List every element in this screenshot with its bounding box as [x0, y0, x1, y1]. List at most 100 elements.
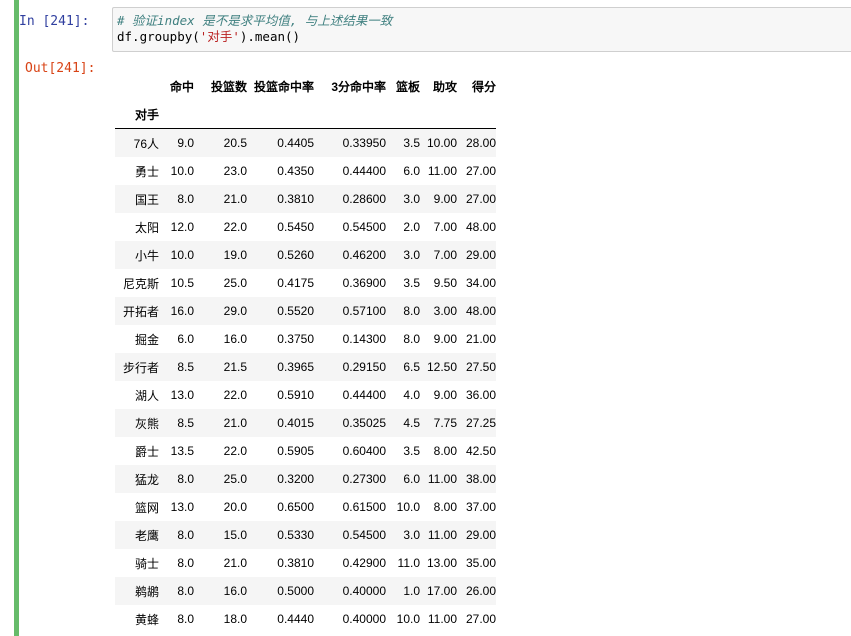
table-cell: 0.6500 — [277, 500, 314, 514]
row-index-label: 鹈鹕 — [134, 584, 159, 599]
table-cell: 0.4440 — [277, 612, 314, 626]
table-cell: 0.3200 — [277, 472, 314, 486]
table-cell: 0.4350 — [277, 164, 314, 178]
table-cell: 0.3750 — [277, 332, 314, 346]
table-cell: 0.5910 — [277, 388, 314, 402]
table-cell: 13.00 — [426, 556, 457, 570]
table-row: 猛龙 8.0 25.0 0.3200 0.27300 6.0 11.00 38.00 — [115, 465, 496, 493]
input-prompt: In [241]: — [19, 14, 90, 29]
table-row: 骑士 8.0 21.0 0.3810 0.42900 11.0 13.00 35.00 — [115, 549, 496, 577]
table-cell: 11.00 — [427, 612, 457, 626]
table-cell: 8.00 — [433, 500, 457, 514]
table-cell: 0.3810 — [277, 192, 314, 206]
table-cell: 12.50 — [426, 360, 457, 374]
table-cell: 8.5 — [177, 360, 194, 374]
table-cell: 16.0 — [223, 584, 247, 598]
table-cell: 9.0 — [177, 136, 194, 150]
table-cell: 7.00 — [433, 248, 457, 262]
table-cell: 6.0 — [403, 164, 420, 178]
table-cell: 21.0 — [223, 416, 247, 430]
table-cell: 8.0 — [177, 192, 194, 206]
table-cell: 8.0 — [177, 472, 194, 486]
table-cell: 10.5 — [170, 276, 194, 290]
table-row: 小牛 10.0 19.0 0.5260 0.46200 3.0 7.00 29.00 — [115, 241, 496, 269]
table-cell: 0.54500 — [342, 528, 386, 542]
code-editor[interactable]: # 验证index 是不是求平均值, 与上述结果一致 df.groupby('对… — [112, 7, 851, 52]
table-cell: 11.00 — [427, 472, 457, 486]
table-cell: 28.00 — [465, 136, 496, 150]
table-cell: 8.0 — [177, 556, 194, 570]
table-cell: 36.00 — [465, 388, 496, 402]
table-cell: 6.5 — [403, 360, 420, 374]
table-cell: 0.46200 — [342, 248, 386, 262]
code-call-end: ).mean() — [239, 29, 301, 44]
table-cell: 9.00 — [433, 388, 457, 402]
table-cell: 4.0 — [403, 388, 420, 402]
table-cell: 21.0 — [223, 556, 247, 570]
table-cell: 0.5260 — [277, 248, 314, 262]
table-cell: 25.0 — [223, 472, 247, 486]
table-cell: 8.0 — [177, 584, 194, 598]
code-line-2: df.groupby('对手').mean() — [117, 29, 300, 45]
column-header: 助攻 — [432, 79, 457, 94]
column-header: 篮板 — [395, 79, 420, 94]
table-cell: 0.57100 — [342, 304, 386, 318]
table-cell: 0.3810 — [277, 556, 314, 570]
table-cell: 21.5 — [223, 360, 247, 374]
table-cell: 11.00 — [427, 164, 457, 178]
table-cell: 0.44400 — [342, 388, 386, 402]
row-index-label: 湖人 — [134, 388, 159, 403]
table-cell: 27.00 — [465, 192, 496, 206]
table-cell: 10.0 — [396, 500, 420, 514]
table-row: 掘金 6.0 16.0 0.3750 0.14300 8.0 9.00 21.00 — [115, 325, 496, 353]
table-cell: 22.0 — [223, 220, 247, 234]
row-index-label: 黄蜂 — [134, 612, 159, 627]
table-cell: 13.5 — [170, 444, 194, 458]
corner-cell — [115, 72, 159, 100]
table-row: 76人 9.0 20.5 0.4405 0.33950 3.5 10.00 28.00 — [115, 128, 496, 157]
dataframe-output: 命中 投篮数 投篮命中率 3分命中率 篮板 助攻 得分 对手 76人 9.0 20.… — [115, 72, 496, 633]
table-cell: 10.0 — [170, 164, 194, 178]
table-cell: 20.5 — [223, 136, 247, 150]
table-cell: 2.0 — [403, 220, 420, 234]
table-row: 尼克斯 10.5 25.0 0.4175 0.36900 3.5 9.50 34.00 — [115, 269, 496, 297]
table-cell: 0.36900 — [342, 276, 386, 290]
table-cell: 27.00 — [465, 164, 496, 178]
table-cell: 22.0 — [223, 388, 247, 402]
code-line-1: # 验证index 是不是求平均值, 与上述结果一致 — [117, 13, 392, 29]
table-cell: 48.00 — [465, 304, 496, 318]
table-cell: 20.0 — [223, 500, 247, 514]
table-cell: 38.00 — [465, 472, 496, 486]
table-cell: 22.0 — [223, 444, 247, 458]
column-header-row: 命中 投篮数 投篮命中率 3分命中率 篮板 助攻 得分 — [115, 72, 496, 100]
column-header: 投篮命中率 — [253, 79, 314, 94]
table-row: 篮网 13.0 20.0 0.6500 0.61500 10.0 8.00 37.00 — [115, 493, 496, 521]
row-index-label: 掘金 — [134, 332, 159, 347]
table-cell: 7.00 — [433, 220, 457, 234]
table-cell: 0.3965 — [277, 360, 314, 374]
table-cell: 25.0 — [223, 276, 247, 290]
row-index-label: 尼克斯 — [122, 276, 159, 291]
table-cell: 0.44400 — [342, 164, 386, 178]
table-cell: 0.5520 — [277, 304, 314, 318]
table-cell: 3.5 — [403, 444, 420, 458]
table-cell: 48.00 — [465, 220, 496, 234]
table-cell: 29.00 — [465, 528, 496, 542]
table-cell: 15.0 — [223, 528, 247, 542]
table-cell: 0.5000 — [277, 584, 314, 598]
table-cell: 0.29150 — [342, 360, 386, 374]
table-cell: 10.0 — [170, 248, 194, 262]
table-cell: 3.5 — [403, 276, 420, 290]
table-cell: 27.25 — [465, 416, 496, 430]
table-cell: 3.0 — [403, 528, 420, 542]
table-cell: 16.0 — [170, 304, 194, 318]
table-cell: 26.00 — [465, 584, 496, 598]
table-cell: 3.00 — [433, 304, 457, 318]
column-header: 命中 — [169, 79, 194, 94]
table-cell: 4.5 — [403, 416, 420, 430]
table-cell: 8.0 — [403, 304, 420, 318]
row-index-label: 猛龙 — [134, 472, 159, 487]
table-cell: 34.00 — [465, 276, 496, 290]
table-row: 黄蜂 8.0 18.0 0.4440 0.40000 10.0 11.00 27.00 — [115, 605, 496, 633]
table-cell: 12.0 — [170, 220, 194, 234]
